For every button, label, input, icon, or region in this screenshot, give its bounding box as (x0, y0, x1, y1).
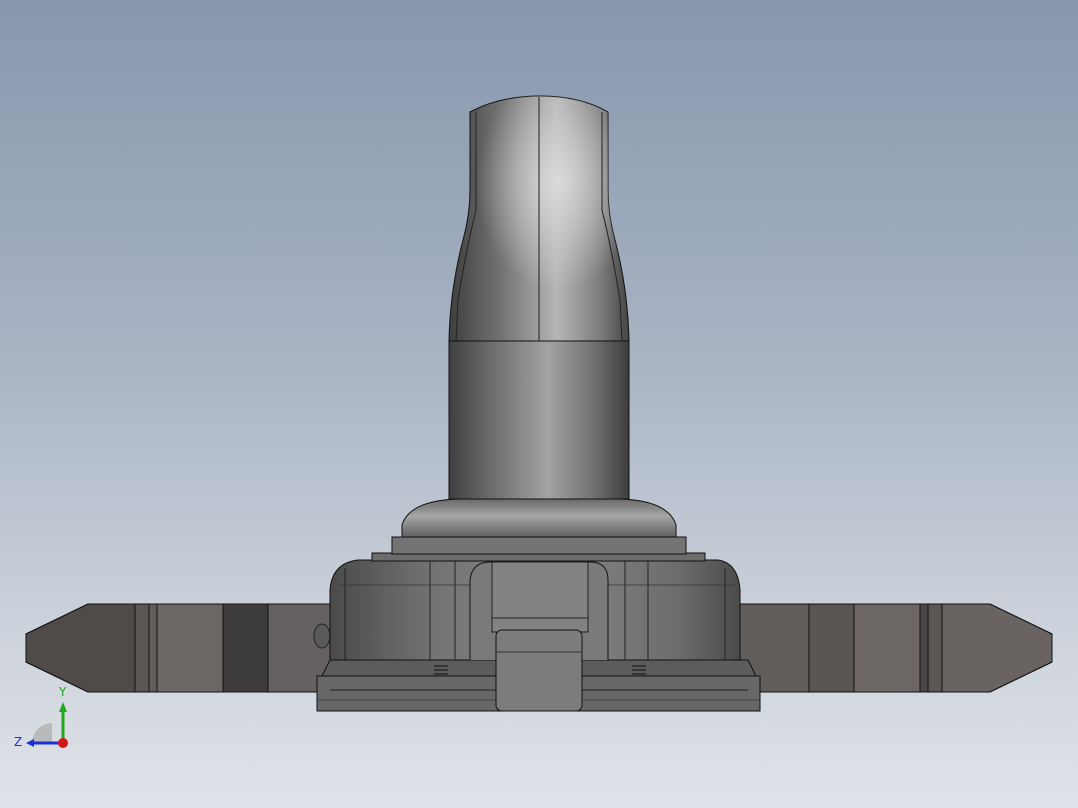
latch-tab (495, 629, 583, 712)
shaft-lower (448, 340, 630, 500)
grip-cap (448, 95, 630, 342)
triad-plane (32, 723, 52, 743)
collar (371, 498, 706, 562)
left-arm (25, 603, 331, 693)
cad-3d-viewport[interactable]: Y Z (0, 0, 1078, 808)
triad-y-arrow (59, 702, 67, 712)
triad-y-label: Y (58, 685, 67, 699)
triad-x-dot (58, 738, 68, 748)
cad-model[interactable] (0, 0, 1078, 808)
right-arm (734, 603, 1053, 693)
triad-z-arrow (26, 739, 34, 747)
triad-z-label: Z (14, 735, 22, 749)
orientation-triad: Y Z (14, 685, 68, 749)
